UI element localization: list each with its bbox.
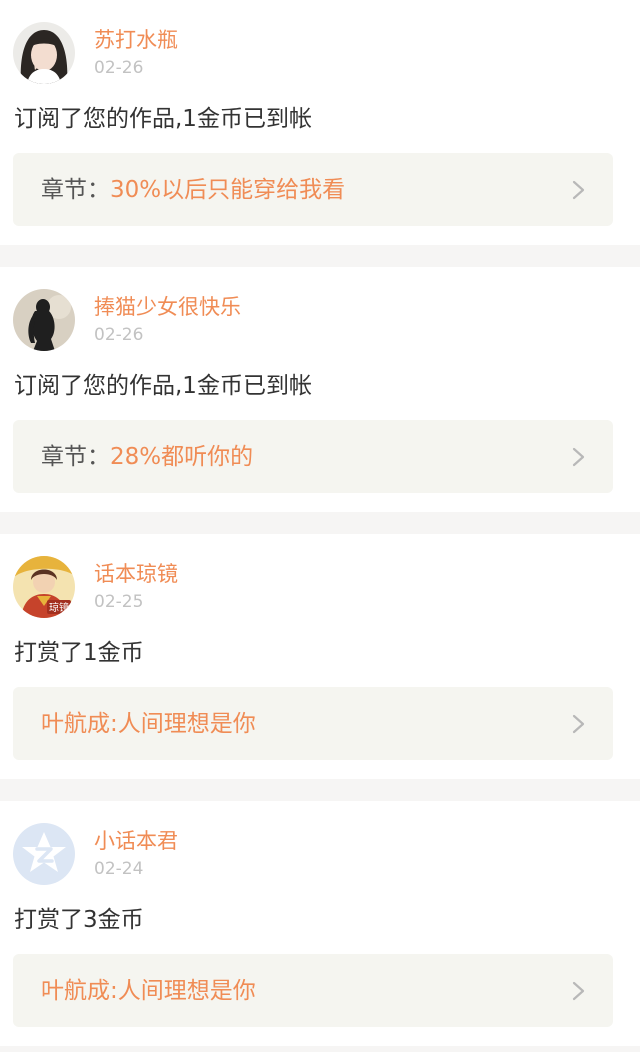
notification-message: 订阅了您的作品,1金币已到帐 (14, 373, 312, 399)
notification-message: 订阅了您的作品,1金币已到帐 (14, 106, 312, 132)
work-title: 叶航成:人间理想是你 (41, 711, 256, 737)
chevron-right-icon (569, 713, 589, 735)
chapter-label: 章节： (41, 444, 110, 470)
timestamp: 02-25 (94, 592, 144, 612)
work-title: 叶航成:人间理想是你 (41, 978, 256, 1004)
work-link[interactable]: 叶航成:人间理想是你 (13, 687, 613, 760)
chevron-right-icon (569, 179, 589, 201)
username[interactable]: 话本琼镜 (94, 560, 178, 588)
notification-card: 捧猫少女很快乐 02-26 订阅了您的作品,1金币已到帐 章节：28%都听你的 (0, 267, 640, 512)
section-divider (0, 779, 640, 801)
avatar-badge: 琼镜 (49, 601, 69, 614)
work-link[interactable]: 叶航成:人间理想是你 (13, 954, 613, 1027)
chapter-link-text: 章节：28%都听你的 (41, 441, 253, 473)
chapter-title: 30%以后只能穿给我看 (110, 177, 346, 203)
illustrated-avatar-icon[interactable]: 琼镜 (13, 556, 75, 618)
timestamp: 02-24 (94, 859, 144, 879)
chapter-title: 28%都听你的 (110, 444, 254, 470)
username[interactable]: 苏打水瓶 (94, 26, 178, 54)
chapter-link[interactable]: 章节：30%以后只能穿给我看 (13, 153, 613, 226)
notification-card: 琼镜 话本琼镜 02-25 打赏了1金币 叶航成:人间理想是你 (0, 534, 640, 779)
chevron-right-icon (569, 446, 589, 468)
work-link-text: 叶航成:人间理想是你 (41, 708, 256, 740)
chevron-right-icon (569, 980, 589, 1002)
girl-portrait-avatar-icon[interactable] (13, 22, 75, 84)
silhouette-avatar-icon[interactable] (13, 289, 75, 351)
username[interactable]: 小话本君 (94, 827, 178, 855)
timestamp: 02-26 (94, 325, 144, 345)
timestamp: 02-26 (94, 58, 144, 78)
work-link-text: 叶航成:人间理想是你 (41, 975, 256, 1007)
notification-message: 打赏了3金币 (14, 907, 144, 933)
notification-feed: 苏打水瓶 02-26 订阅了您的作品,1金币已到帐 章节：30%以后只能穿给我看… (0, 0, 640, 1052)
default-star-avatar-icon[interactable] (13, 823, 75, 885)
section-divider (0, 1046, 640, 1052)
chapter-link[interactable]: 章节：28%都听你的 (13, 420, 613, 493)
notification-message: 打赏了1金币 (14, 640, 144, 666)
chapter-label: 章节： (41, 177, 110, 203)
username[interactable]: 捧猫少女很快乐 (94, 293, 241, 321)
section-divider (0, 245, 640, 267)
notification-card: 苏打水瓶 02-26 订阅了您的作品,1金币已到帐 章节：30%以后只能穿给我看 (0, 0, 640, 245)
section-divider (0, 512, 640, 534)
notification-card: 小话本君 02-24 打赏了3金币 叶航成:人间理想是你 (0, 801, 640, 1046)
chapter-link-text: 章节：30%以后只能穿给我看 (41, 174, 345, 206)
